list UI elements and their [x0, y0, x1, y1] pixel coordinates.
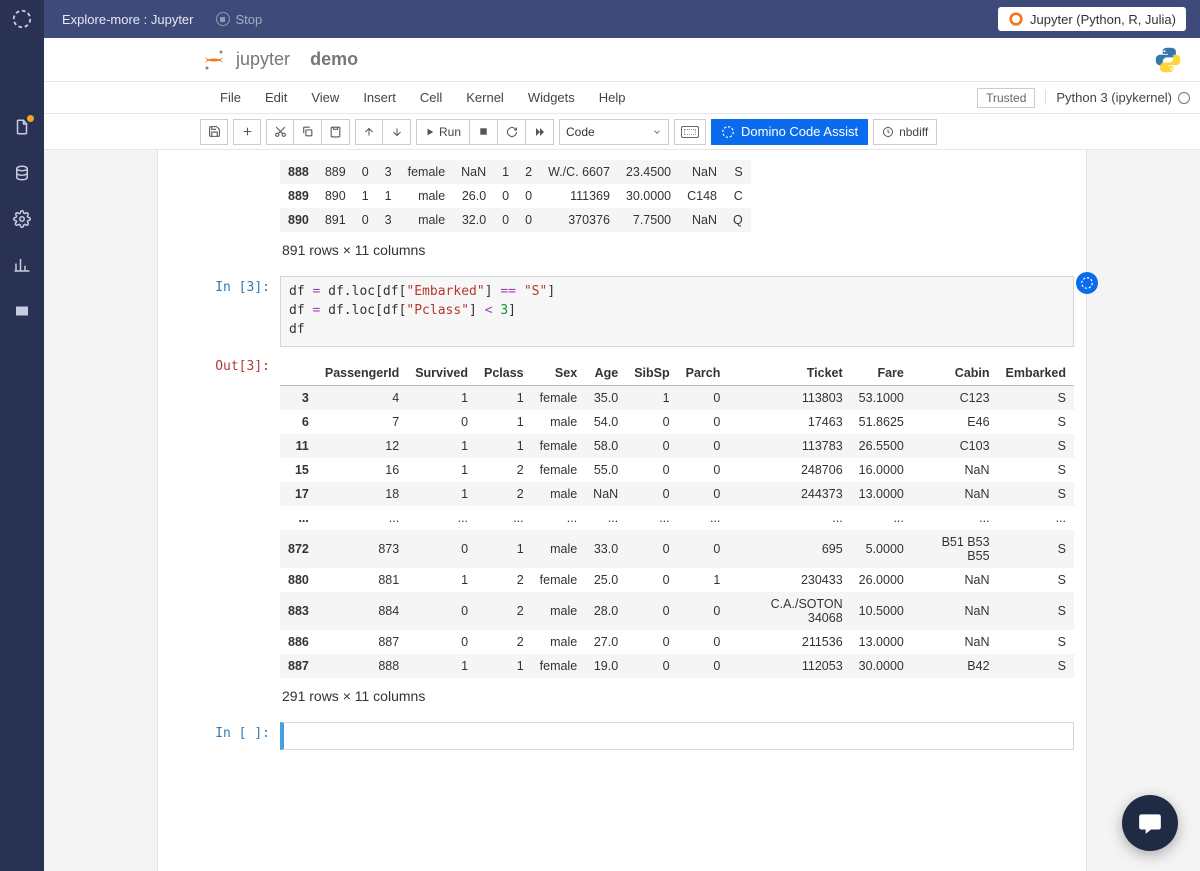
table-row: 111211female58.00011378326.5500C103S [280, 434, 1074, 458]
stop-icon [216, 12, 230, 26]
save-button[interactable] [200, 119, 228, 145]
dataframe-output-partial: 88888903femaleNaN12W./C. 660723.4500NaNS… [280, 160, 751, 232]
table-row: 88989011male26.00011136930.0000C148C [280, 184, 751, 208]
stop-button[interactable]: Stop [216, 12, 263, 27]
menu-file[interactable]: File [208, 90, 253, 105]
kernel-status-icon [1178, 92, 1190, 104]
jupyter-logo-icon [202, 48, 226, 72]
clock-icon [882, 126, 894, 138]
cell-type-select[interactable]: Code [559, 119, 669, 145]
table-row: .................................... [280, 506, 1074, 530]
files-icon[interactable] [13, 118, 31, 136]
column-header: Survived [407, 361, 476, 386]
table-row: 6701male54.0001746351.8625E46S [280, 410, 1074, 434]
settings-icon[interactable] [13, 210, 31, 228]
chevron-down-icon [652, 127, 662, 137]
chart-icon[interactable] [13, 256, 31, 274]
table-row: 88888903femaleNaN12W./C. 660723.4500NaNS [280, 160, 751, 184]
column-header: Embarked [998, 361, 1074, 386]
interrupt-button[interactable] [470, 119, 498, 145]
cut-button[interactable] [266, 119, 294, 145]
column-header: Pclass [476, 361, 532, 386]
notebook-title[interactable]: jupyter demo [236, 49, 358, 70]
column-header: Parch [678, 361, 729, 386]
table-row: 87287301male33.0006955.0000B51 B53 B55S [280, 530, 1074, 568]
column-header: PassengerId [317, 361, 407, 386]
column-header: SibSp [626, 361, 677, 386]
column-header: Sex [532, 361, 586, 386]
table-row: 151612female55.00024870616.0000NaNS [280, 458, 1074, 482]
paste-button[interactable] [322, 119, 350, 145]
dataframe-shape: 891 rows × 11 columns [280, 236, 1074, 268]
column-header: Cabin [912, 361, 998, 386]
menu-edit[interactable]: Edit [253, 90, 299, 105]
keyboard-icon [681, 126, 699, 138]
kernel-indicator[interactable]: Python 3 (ipykernel) [1045, 90, 1190, 105]
column-header: Age [585, 361, 626, 386]
menu-view[interactable]: View [299, 90, 351, 105]
table-row: 3411female35.01011380353.1000C123S [280, 385, 1074, 410]
chat-fab[interactable] [1122, 795, 1178, 851]
table-row: 88088112female25.00123043326.0000NaNS [280, 568, 1074, 592]
command-palette-button[interactable] [674, 119, 706, 145]
move-up-button[interactable] [355, 119, 383, 145]
menu-kernel[interactable]: Kernel [454, 90, 516, 105]
column-header: Ticket [728, 361, 850, 386]
column-header: Fare [851, 361, 912, 386]
code-assist-cell-icon[interactable] [1076, 272, 1098, 294]
code-cell-empty[interactable] [280, 722, 1074, 750]
menu-widgets[interactable]: Widgets [516, 90, 587, 105]
nbdiff-button[interactable]: nbdiff [873, 119, 937, 145]
table-row: 88788811female19.00011205330.0000B42S [280, 654, 1074, 678]
jupyter-icon [1008, 11, 1024, 27]
run-button[interactable]: Run [416, 119, 470, 145]
dataframe-output-3: PassengerIdSurvivedPclassSexAgeSibSpParc… [280, 361, 1074, 678]
menubar: File Edit View Insert Cell Kernel Widget… [44, 82, 1200, 114]
in-prompt: In [3]: [170, 276, 280, 347]
out-prompt: Out[3]: [170, 355, 280, 714]
data-icon[interactable] [13, 164, 31, 182]
in-prompt-empty: In [ ]: [170, 722, 280, 750]
add-cell-button[interactable] [233, 119, 261, 145]
topbar: Explore-more : Jupyter Stop Jupyter (Pyt… [44, 0, 1200, 38]
menu-insert[interactable]: Insert [351, 90, 408, 105]
dataframe-shape-3: 291 rows × 11 columns [280, 682, 1074, 714]
restart-button[interactable] [498, 119, 526, 145]
domino-logo-icon [11, 8, 33, 30]
python-logo-icon [1154, 46, 1182, 74]
table-row: 171812maleNaN0024437313.0000NaNS [280, 482, 1074, 506]
table-row: 88688702male27.00021153613.0000NaNS [280, 630, 1074, 654]
menu-cell[interactable]: Cell [408, 90, 454, 105]
environment-chip[interactable]: Jupyter (Python, R, Julia) [998, 7, 1186, 31]
panel-icon[interactable] [13, 302, 31, 320]
table-row: 88388402male28.000C.A./SOTON 3406810.500… [280, 592, 1074, 630]
spinner-icon [721, 125, 735, 139]
domino-code-assist-button[interactable]: Domino Code Assist [711, 119, 868, 145]
chat-icon [1137, 810, 1163, 836]
restart-run-all-button[interactable] [526, 119, 554, 145]
notebook-area[interactable]: 88888903femaleNaN12W./C. 660723.4500NaNS… [44, 150, 1200, 871]
workspace-tab[interactable]: Explore-more : Jupyter [58, 0, 198, 38]
trusted-badge[interactable]: Trusted [977, 88, 1035, 108]
toolbar: Run Code Domino Code Assist nbdiff [44, 114, 1200, 150]
left-sidebar [0, 0, 44, 871]
move-down-button[interactable] [383, 119, 411, 145]
copy-button[interactable] [294, 119, 322, 145]
table-row: 89089103male32.0003703767.7500NaNQ [280, 208, 751, 232]
menu-help[interactable]: Help [587, 90, 638, 105]
code-cell-3[interactable]: df = df.loc[df["Embarked"] == "S"] df = … [280, 276, 1074, 347]
notebook-header: jupyter demo [44, 38, 1200, 82]
